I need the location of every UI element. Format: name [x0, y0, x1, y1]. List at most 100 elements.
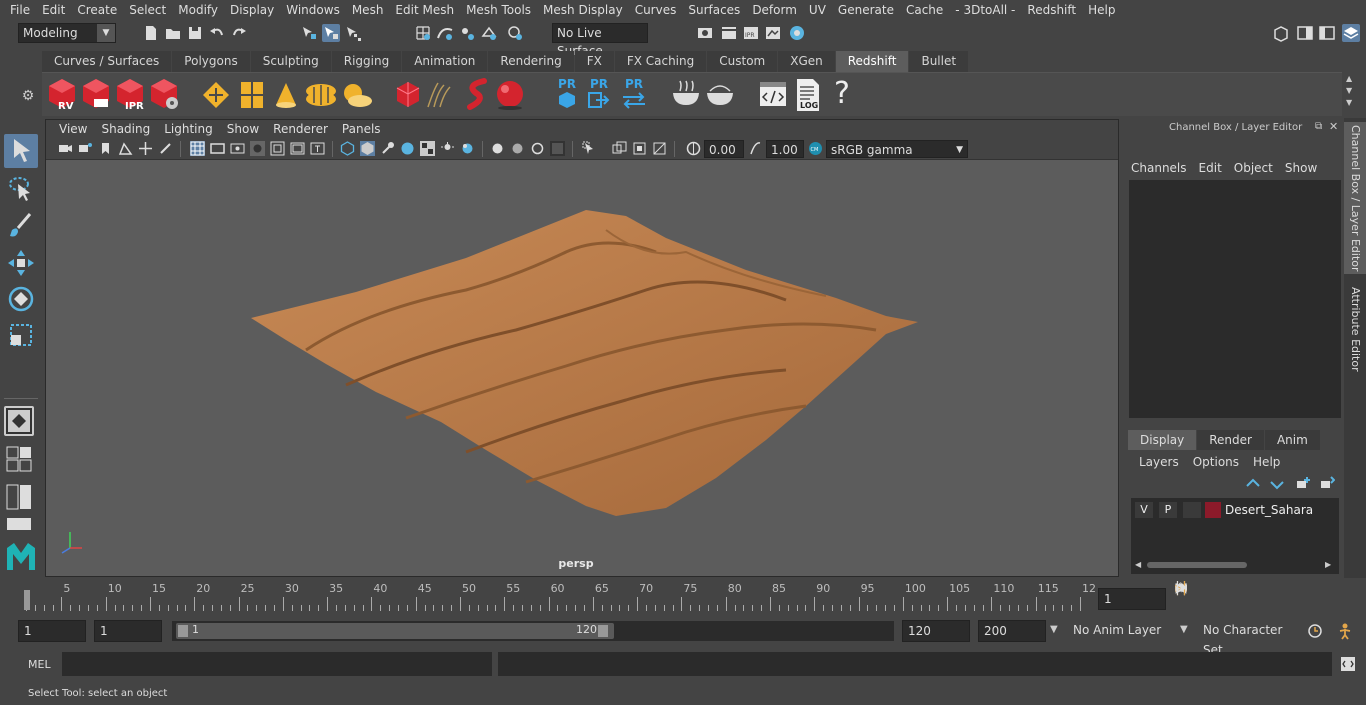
layer-tab-display[interactable]: Display: [1128, 430, 1197, 450]
live-surface-field[interactable]: No Live Surface: [552, 23, 648, 58]
field-chart-icon[interactable]: [270, 141, 285, 156]
menu-mesh[interactable]: Mesh: [346, 0, 390, 20]
time-slider[interactable]: 1510152025303540455055606570758085909510…: [18, 581, 1096, 611]
isolate-select-icon[interactable]: [490, 141, 505, 156]
scroll-left-icon[interactable]: ◀: [1135, 560, 1141, 569]
sun-sky-icon[interactable]: [338, 79, 374, 111]
log-file-icon[interactable]: LOG: [794, 77, 822, 113]
shelf-tab-custom[interactable]: Custom: [707, 51, 778, 72]
textured-icon[interactable]: [400, 141, 415, 156]
move-layer-down-icon[interactable]: [1269, 476, 1285, 492]
viewport-menu-panels[interactable]: Panels: [335, 122, 388, 136]
channel-box-menu-channels[interactable]: Channels: [1131, 161, 1187, 175]
desert-terrain-mesh[interactable]: [46, 160, 1118, 576]
move-layer-up-icon[interactable]: [1245, 476, 1261, 492]
xray-icon[interactable]: [510, 141, 525, 156]
default-lighting-icon[interactable]: [380, 141, 395, 156]
scroll-right-icon[interactable]: ▶: [1325, 560, 1331, 569]
shelf-tab-polygons[interactable]: Polygons: [172, 51, 250, 72]
shader-bowl-icon[interactable]: [704, 79, 736, 109]
sphere-object-icon[interactable]: [494, 79, 526, 111]
menu-edit[interactable]: Edit: [36, 0, 71, 20]
menu-curves[interactable]: Curves: [629, 0, 683, 20]
menu-help[interactable]: Help: [1082, 0, 1121, 20]
exposure-icon[interactable]: [686, 141, 701, 156]
ies-light-icon[interactable]: [272, 79, 300, 111]
new-layer-icon[interactable]: [1295, 476, 1311, 492]
scale-tool-icon[interactable]: [4, 318, 38, 352]
2d-pan-zoom-icon[interactable]: [138, 141, 153, 156]
channel-box-menu-edit[interactable]: Edit: [1199, 161, 1222, 175]
menu-file[interactable]: File: [4, 0, 36, 20]
snap-grid-icon[interactable]: [414, 24, 432, 42]
shelf-tab-fx-caching[interactable]: FX Caching: [614, 51, 707, 72]
workspace-icon[interactable]: [1272, 24, 1290, 42]
select-object-icon[interactable]: [322, 24, 340, 42]
select-tool-icon[interactable]: [4, 134, 38, 168]
shelf-tab-curves-surfaces[interactable]: Curves / Surfaces: [42, 51, 172, 72]
viewport-menu-shading[interactable]: Shading: [94, 122, 157, 136]
proxy-object-icon[interactable]: [394, 79, 422, 111]
frame-all-icon[interactable]: [612, 141, 627, 156]
help-button[interactable]: ?: [830, 75, 854, 113]
gamma-icon[interactable]: [748, 141, 763, 156]
undo-icon[interactable]: [208, 24, 226, 42]
channel-box-menu-object[interactable]: Object: [1234, 161, 1273, 175]
layer-tab-anim[interactable]: Anim: [1264, 430, 1320, 450]
layer-menu-options[interactable]: Options: [1193, 455, 1239, 469]
script-editor-icon[interactable]: [758, 79, 788, 109]
redo-icon[interactable]: [230, 24, 248, 42]
snap-point-icon[interactable]: [458, 24, 476, 42]
playback-start-field[interactable]: 1: [94, 620, 162, 642]
smooth-shade-icon[interactable]: [360, 141, 375, 156]
four-pane-layout-icon[interactable]: [4, 444, 34, 474]
layers-icon[interactable]: [1342, 24, 1360, 42]
select-camera-icon[interactable]: [582, 141, 597, 156]
command-input[interactable]: [62, 652, 492, 676]
range-slider[interactable]: 1 120: [172, 621, 894, 641]
menu-surfaces[interactable]: Surfaces: [682, 0, 746, 20]
material-bowl-icon[interactable]: [670, 79, 702, 109]
lasso-tool-icon[interactable]: [4, 172, 38, 206]
viewport-menu-view[interactable]: View: [52, 122, 94, 136]
layer-menu-layers[interactable]: Layers: [1139, 455, 1179, 469]
menu-edit-mesh[interactable]: Edit Mesh: [389, 0, 460, 20]
rotate-tool-icon[interactable]: [4, 282, 38, 316]
character-set-dropdown[interactable]: No Character Set: [1198, 620, 1298, 657]
outliner-icon[interactable]: [1318, 24, 1336, 42]
scroll-thumb[interactable]: [1147, 562, 1247, 568]
channel-box-menu-show[interactable]: Show: [1285, 161, 1317, 175]
grease-pencil-icon[interactable]: [158, 141, 173, 156]
menu-create[interactable]: Create: [71, 0, 123, 20]
bookmark-icon[interactable]: [98, 141, 113, 156]
new-layer-selected-icon[interactable]: [1319, 476, 1335, 492]
menu-mesh-tools[interactable]: Mesh Tools: [460, 0, 537, 20]
shelf-scroll-down[interactable]: ▼: [1346, 86, 1360, 96]
select-component-icon[interactable]: [344, 24, 362, 42]
ambient-occlusion-icon[interactable]: [460, 141, 475, 156]
menu-windows[interactable]: Windows: [280, 0, 346, 20]
safe-action-icon[interactable]: [290, 141, 305, 156]
menu-cache[interactable]: Cache: [900, 0, 949, 20]
wireframe-icon[interactable]: [340, 141, 355, 156]
menu-redshift[interactable]: Redshift: [1021, 0, 1082, 20]
script-editor-icon[interactable]: [1340, 656, 1356, 672]
shelf-tab-rendering[interactable]: Rendering: [488, 51, 574, 72]
toggle-panels-icon[interactable]: [1296, 24, 1314, 42]
side-tab-channel-box[interactable]: Channel Box / Layer Editor: [1344, 122, 1366, 274]
anim-layer-chevron-icon[interactable]: ▼: [1050, 624, 1058, 635]
menu-mesh-display[interactable]: Mesh Display: [537, 0, 629, 20]
resolution-gate-icon[interactable]: [230, 141, 245, 156]
current-frame-field[interactable]: 1: [1098, 588, 1166, 610]
physical-light-icon[interactable]: [238, 79, 266, 111]
portal-light-icon[interactable]: [304, 79, 338, 111]
layer-name[interactable]: Desert_Sahara: [1225, 502, 1313, 518]
snap-curve-icon[interactable]: [436, 24, 454, 42]
menu-deform[interactable]: Deform: [746, 0, 803, 20]
shelf-tab-redshift[interactable]: Redshift: [835, 51, 909, 72]
viewport-menu-renderer[interactable]: Renderer: [266, 122, 335, 136]
two-sided-icon[interactable]: [652, 141, 667, 156]
film-gate-icon[interactable]: [210, 141, 225, 156]
outliner-layout-icon[interactable]: [4, 516, 34, 532]
make-live-icon[interactable]: [506, 24, 524, 42]
